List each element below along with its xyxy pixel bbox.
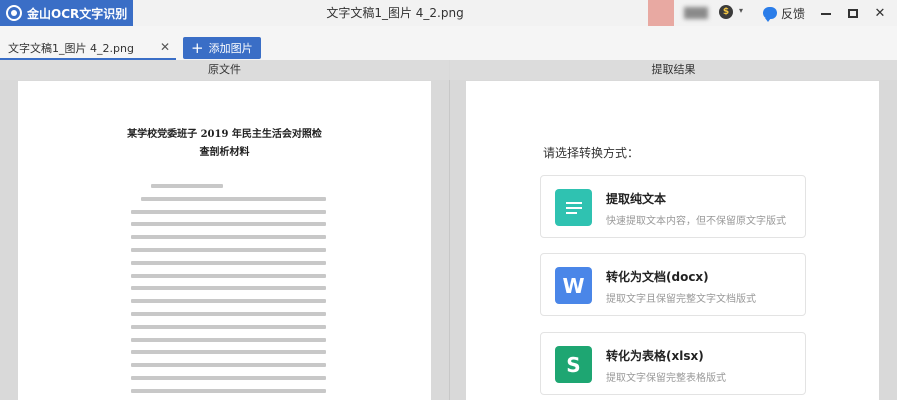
result-panel-header: 提取结果 <box>450 60 897 80</box>
option-xlsx[interactable]: S 转化为表格(xlsx) 提取文字保留完整表格版式 <box>540 332 806 395</box>
app-brand[interactable]: 金山OCR文字识别 <box>0 0 133 26</box>
handwriting-line <box>131 235 326 240</box>
handwriting-line <box>131 222 326 227</box>
panel-divider[interactable] <box>449 80 450 400</box>
handwriting-line <box>131 363 326 368</box>
close-button[interactable]: ✕ <box>867 0 893 26</box>
tab-file[interactable]: 文字文稿1_图片 4_2.png ✕ <box>0 37 176 60</box>
feedback-button[interactable]: 反馈 <box>763 0 805 26</box>
plus-icon: + <box>191 38 204 57</box>
close-icon: ✕ <box>874 5 886 21</box>
add-image-button[interactable]: + 添加图片 <box>183 37 261 59</box>
handwriting-line <box>131 376 326 380</box>
handwriting-line <box>141 196 326 201</box>
handwriting-line <box>131 273 326 278</box>
result-page: 请选择转换方式： 提取纯文本 快速提取文本内容，但不保留原文字版式 W 转化为文… <box>466 81 879 400</box>
option-plain-text-desc: 快速提取文本内容，但不保留原文字版式 <box>606 216 786 227</box>
handwriting-line <box>131 312 326 316</box>
option-xlsx-desc: 提取文字保留完整表格版式 <box>606 373 726 384</box>
source-document-page[interactable]: 某学校党委班子 2019 年民主生活会对照检 查剖析材料 <box>18 81 431 400</box>
handwriting-line <box>151 184 223 188</box>
handwriting-line <box>131 248 326 252</box>
handwriting-line <box>131 209 326 214</box>
minimize-icon <box>821 13 831 15</box>
feedback-label: 反馈 <box>781 6 806 21</box>
handwriting-line <box>131 260 326 265</box>
conversion-prompt: 请选择转换方式： <box>543 146 640 160</box>
maximize-icon <box>848 8 858 18</box>
source-panel-header: 原文件 <box>0 60 449 80</box>
option-plain-text[interactable]: 提取纯文本 快速提取文本内容，但不保留原文字版式 <box>540 175 806 238</box>
tab-file-label: 文字文稿1_图片 4_2.png <box>8 41 134 55</box>
document-title-line1: 某学校党委班子 2019 年民主生活会对照检 <box>127 129 322 140</box>
chat-bubble-icon <box>763 7 777 22</box>
chevron-down-icon[interactable]: ▾ <box>739 6 743 15</box>
handwriting-line <box>131 388 326 393</box>
option-xlsx-title: 转化为表格(xlsx) <box>606 349 704 363</box>
handwriting-line <box>131 286 326 291</box>
option-docx[interactable]: W 转化为文档(docx) 提取文字且保留完整文字文档版式 <box>540 253 806 316</box>
option-docx-title: 转化为文档(docx) <box>606 270 709 284</box>
handwriting-line <box>131 324 326 329</box>
maximize-button[interactable] <box>840 0 866 26</box>
option-plain-text-title: 提取纯文本 <box>606 192 667 206</box>
option-docx-desc: 提取文字且保留完整文字文档版式 <box>606 294 756 305</box>
minimize-button[interactable] <box>813 0 839 26</box>
add-image-label: 添加图片 <box>208 42 253 55</box>
word-doc-icon: W <box>555 267 592 304</box>
app-brand-label: 金山OCR文字识别 <box>27 6 128 21</box>
tab-close-icon[interactable]: ✕ <box>160 40 170 54</box>
handwriting-line <box>131 337 326 342</box>
ocr-logo-icon <box>6 5 22 21</box>
spreadsheet-icon: S <box>555 346 592 383</box>
handwriting-line <box>131 350 326 355</box>
tab-bar: 文字文稿1_图片 4_2.png ✕ + 添加图片 <box>0 26 897 60</box>
text-lines-icon <box>555 189 592 226</box>
user-avatar[interactable] <box>684 7 708 19</box>
handwriting-line <box>131 299 326 304</box>
window-title: 文字文稿1_图片 4_2.png <box>326 6 464 20</box>
title-bar: 金山OCR文字识别 文字文稿1_图片 4_2.png $ ▾ 反馈 ✕ <box>0 0 897 26</box>
user-badge[interactable] <box>648 0 674 26</box>
document-title-line2: 查剖析材料 <box>199 147 250 158</box>
coin-icon[interactable]: $ <box>719 5 733 19</box>
